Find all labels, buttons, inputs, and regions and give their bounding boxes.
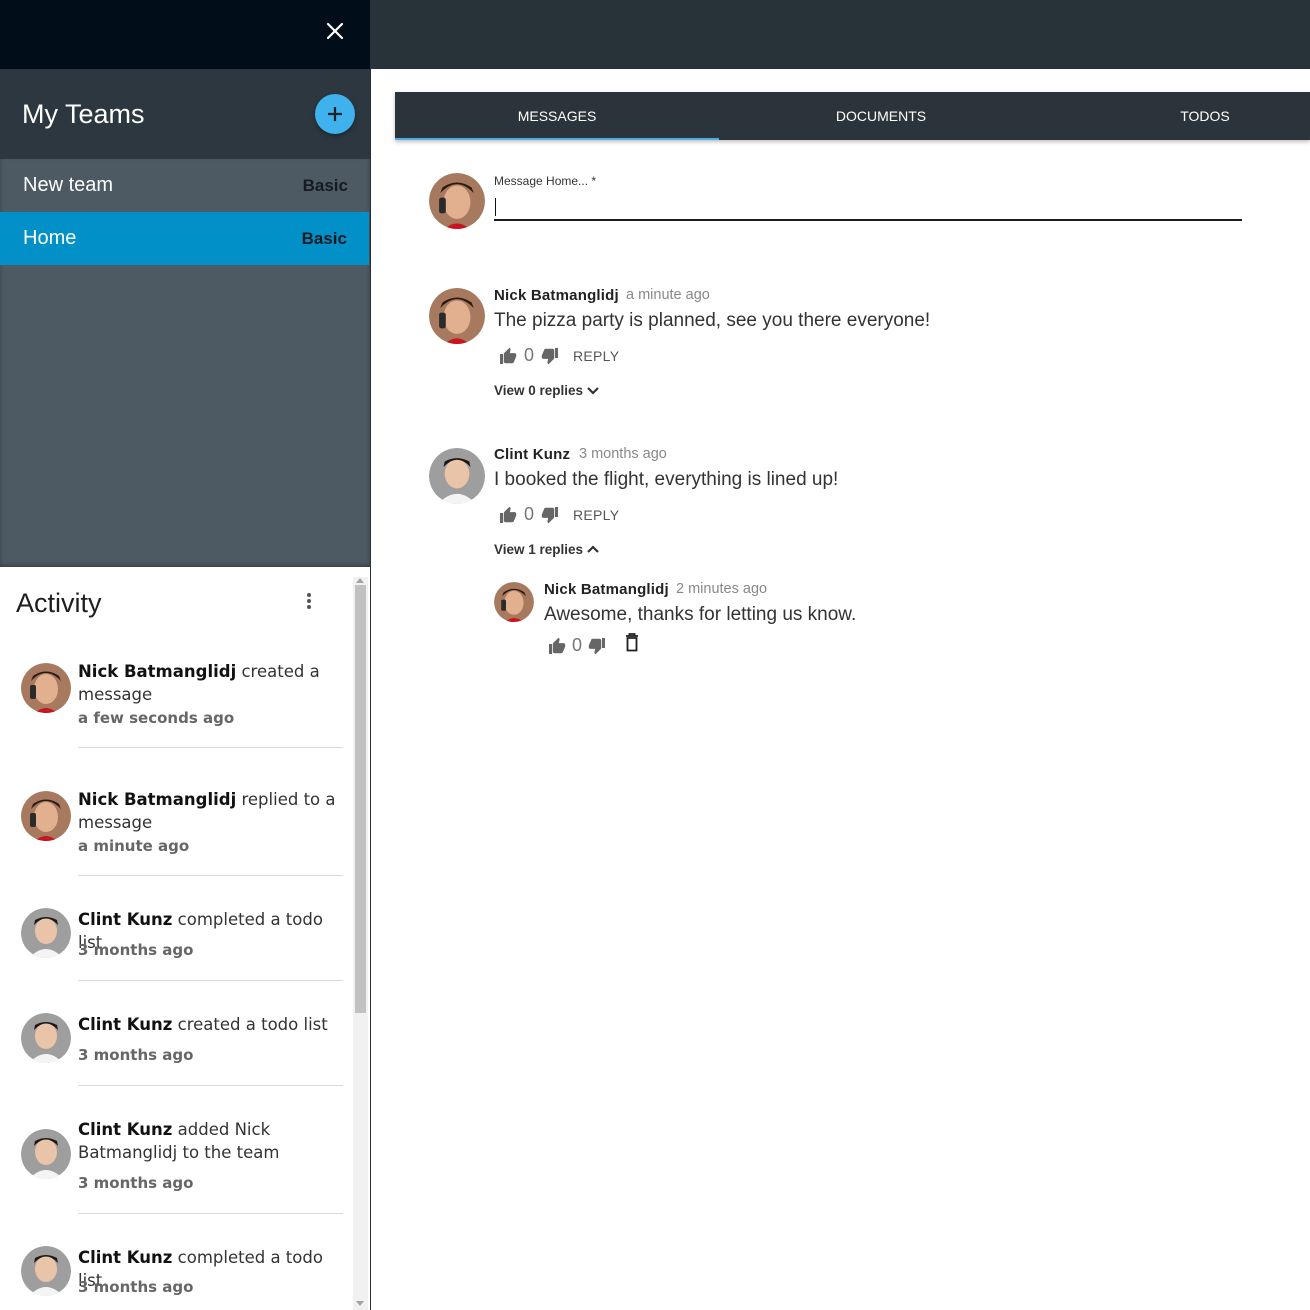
thumb-down-icon[interactable] xyxy=(540,348,559,365)
reply-actions: 0 xyxy=(548,633,648,659)
more-options-icon[interactable] xyxy=(303,591,315,613)
close-icon xyxy=(326,22,344,40)
message-input[interactable] xyxy=(494,192,1242,221)
activity-user[interactable]: Clint Kunz xyxy=(78,910,172,929)
activity-action: created a todo list xyxy=(172,1015,328,1034)
team-plan-badge: Basic xyxy=(302,176,348,195)
chevron-up-icon xyxy=(587,545,599,553)
team-name: New team xyxy=(23,174,114,196)
thumb-up-icon[interactable] xyxy=(499,347,518,364)
activity-time: a minute ago xyxy=(78,837,190,855)
reply-button[interactable]: REPLY xyxy=(573,507,619,523)
text-caret xyxy=(495,198,496,216)
message-time: a minute ago xyxy=(626,287,710,303)
avatar-clint xyxy=(21,908,71,958)
divider xyxy=(78,980,343,981)
avatar-clint xyxy=(429,448,485,504)
teams-title: My Teams xyxy=(22,99,145,129)
team-item-new-team[interactable]: New team Basic xyxy=(0,159,370,212)
activity-scrollbar[interactable] xyxy=(353,577,368,1310)
thumb-up-icon[interactable] xyxy=(499,506,518,523)
reply-body: Awesome, thanks for letting us know. xyxy=(544,604,857,625)
trash-icon[interactable] xyxy=(625,633,639,652)
activity-time: 3 months ago xyxy=(78,941,194,959)
thumb-up-icon[interactable] xyxy=(548,637,567,654)
avatar-nick xyxy=(21,791,71,841)
like-count: 0 xyxy=(572,635,583,655)
avatar-clint xyxy=(21,1129,71,1179)
avatar-nick xyxy=(21,663,71,713)
team-name: Home xyxy=(23,227,77,249)
activity-text: Clint Kunz added Nick Batmanglidj to the… xyxy=(78,1118,343,1164)
activity-text: Clint Kunz created a todo list xyxy=(78,1013,343,1036)
activity-user[interactable]: Nick Batmanglidj xyxy=(78,662,236,681)
message-body: The pizza party is planned, see you ther… xyxy=(494,310,931,331)
avatar-nick xyxy=(429,288,485,344)
activity-time: 3 months ago xyxy=(78,1046,194,1064)
tab-todos[interactable]: TODOS xyxy=(1043,92,1310,140)
team-item-home[interactable]: Home Basic xyxy=(0,212,369,265)
activity-panel: Activity Nick Batmanglidj created a mess… xyxy=(0,567,370,1310)
scroll-up-icon[interactable] xyxy=(356,578,364,583)
close-sidebar-button[interactable] xyxy=(324,20,346,42)
app-root: My Teams New team Basic Home Basic Activ… xyxy=(0,0,1310,1310)
avatar-clint xyxy=(21,1013,71,1063)
like-count: 0 xyxy=(524,504,535,524)
divider xyxy=(78,1085,343,1086)
message-time: 3 months ago xyxy=(579,446,667,462)
tab-documents[interactable]: DOCUMENTS xyxy=(719,92,1043,140)
avatar-clint xyxy=(21,1246,71,1296)
activity-time: 3 months ago xyxy=(78,1174,194,1192)
activity-user[interactable]: Clint Kunz xyxy=(78,1248,172,1267)
view-replies-toggle[interactable]: View 0 replies xyxy=(494,383,614,398)
divider xyxy=(78,1213,343,1214)
reply-button[interactable]: REPLY xyxy=(573,348,619,364)
divider xyxy=(78,747,343,748)
plus-icon xyxy=(328,107,342,121)
team-plan-badge: Basic xyxy=(301,229,347,248)
teams-list: New team Basic Home Basic xyxy=(0,159,370,567)
avatar-nick xyxy=(494,582,534,622)
sidebar-topbar xyxy=(0,0,370,69)
activity-text: Nick Batmanglidj created a message xyxy=(78,660,343,706)
view-replies-toggle[interactable]: View 1 replies xyxy=(494,542,614,557)
activity-title: Activity xyxy=(16,588,102,618)
view-replies-label: View 0 replies xyxy=(494,383,584,398)
chevron-down-icon xyxy=(587,387,599,395)
tab-bar: MESSAGES DOCUMENTS TODOS xyxy=(395,92,1310,140)
message-body: I booked the flight, everything is lined… xyxy=(494,469,839,490)
top-app-bar xyxy=(371,0,1310,69)
thumb-down-icon[interactable] xyxy=(587,638,606,655)
add-team-button[interactable] xyxy=(315,94,355,134)
thumb-down-icon[interactable] xyxy=(540,507,559,524)
like-count: 0 xyxy=(524,345,535,365)
message-author[interactable]: Clint Kunz xyxy=(494,446,570,463)
activity-time: a few seconds ago xyxy=(78,709,235,727)
activity-time: 3 months ago xyxy=(78,1278,194,1296)
active-tab-indicator xyxy=(395,138,719,140)
activity-user[interactable]: Nick Batmanglidj xyxy=(78,790,236,809)
activity-user[interactable]: Clint Kunz xyxy=(78,1120,172,1139)
scroll-down-icon[interactable] xyxy=(356,1301,364,1306)
tab-messages[interactable]: MESSAGES xyxy=(395,92,719,140)
avatar-current-user xyxy=(429,173,485,229)
message-author[interactable]: Nick Batmanglidj xyxy=(494,287,619,304)
view-replies-label: View 1 replies xyxy=(494,542,584,557)
sidebar: My Teams New team Basic Home Basic Activ… xyxy=(0,0,371,1310)
activity-text: Nick Batmanglidj replied to a message xyxy=(78,788,343,834)
scrollbar-thumb[interactable] xyxy=(355,585,366,1013)
reply-time: 2 minutes ago xyxy=(676,581,768,597)
divider xyxy=(78,875,343,876)
reply-author[interactable]: Nick Batmanglidj xyxy=(544,581,669,598)
message-input-label: Message Home... * xyxy=(494,174,597,188)
activity-user[interactable]: Clint Kunz xyxy=(78,1015,172,1034)
message-actions: 0 REPLY xyxy=(499,504,639,528)
message-actions: 0 REPLY xyxy=(499,345,639,369)
